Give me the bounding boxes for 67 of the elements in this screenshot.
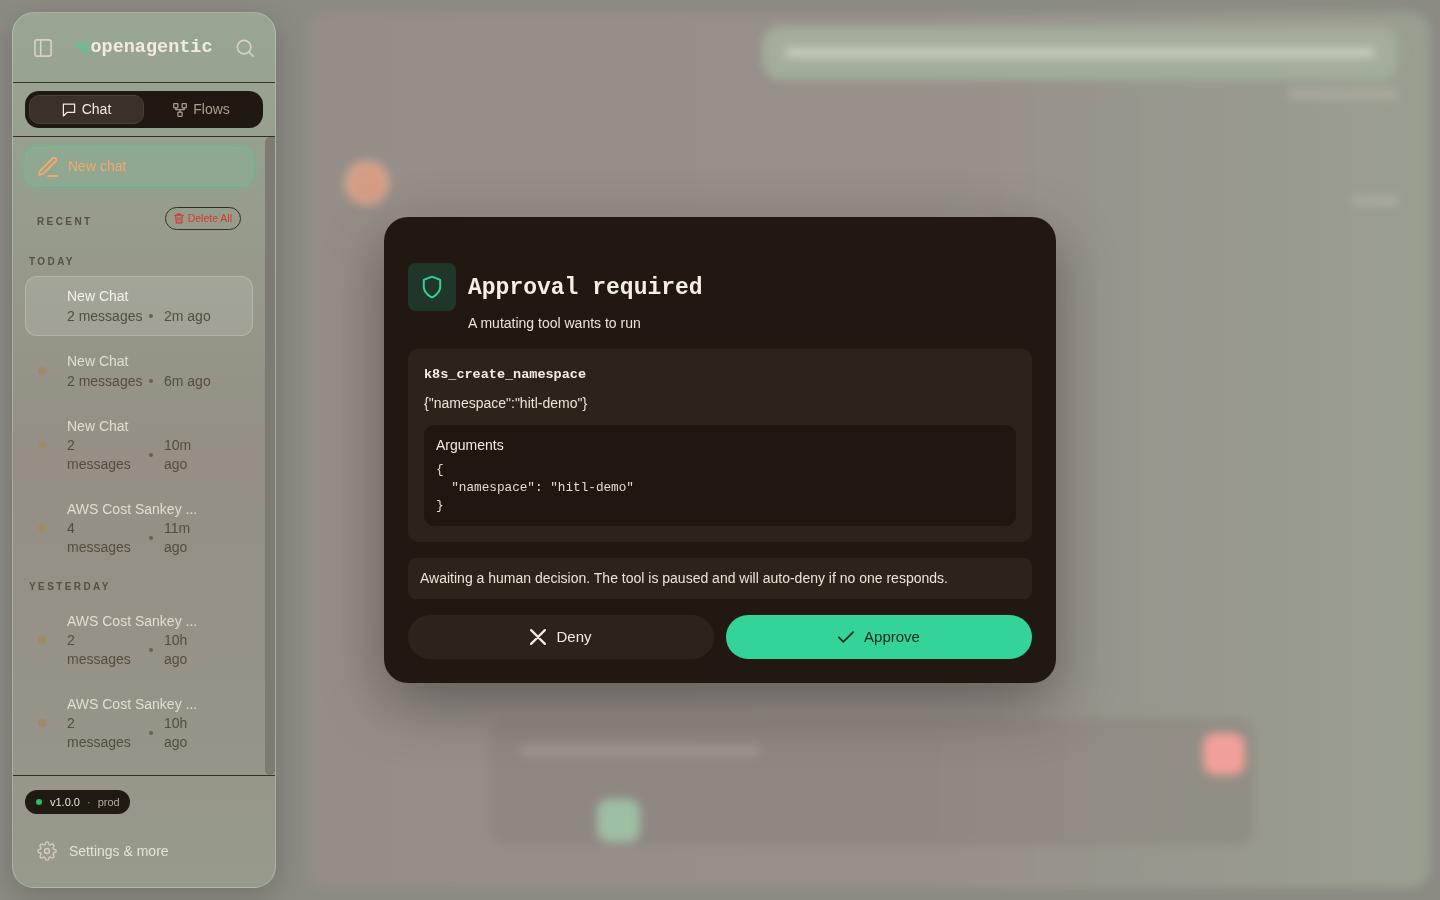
chat-list-item[interactable]: New Chat 2 messages 2m ago (25, 276, 253, 336)
chat-list-item[interactable]: AWS Cost Sankey ... 2 messages 10h ago (25, 601, 253, 679)
deny-button[interactable]: Deny (408, 615, 714, 659)
chat-age: 11m ago (164, 519, 191, 557)
chat-age: 10m ago (164, 436, 192, 474)
chat-list-item[interactable]: AWS Cost Sankey ... 2 messages 10h ago (25, 684, 253, 762)
dot-icon (38, 367, 46, 375)
speech-bubble-icon (61, 102, 76, 117)
chat-title: AWS Cost Sankey ... (67, 612, 198, 631)
connected-boxes-icon (173, 102, 188, 117)
separator-dot-icon (149, 453, 153, 457)
arguments-code: { "namespace": "hitl-demo" } (436, 461, 634, 515)
chat-age: 10h ago (164, 631, 188, 669)
check-icon (838, 629, 855, 645)
view-tab[interactable]: Flows (144, 95, 259, 124)
dot-icon (38, 719, 46, 727)
chat-age: 2m ago (164, 307, 211, 326)
message-count: 4 messages (67, 519, 131, 557)
chat-title: AWS Cost Sankey ... (67, 695, 198, 714)
dialog-title: Approval required (468, 274, 703, 303)
version-text: v1.0.0 (50, 794, 80, 810)
message-count: 2 messages (67, 308, 143, 324)
chat-list-item[interactable]: New Chat 2 messages 6m ago (25, 341, 253, 401)
chat-title: New Chat (67, 287, 129, 306)
chat-title: AWS Cost Sankey ... (67, 500, 198, 519)
logo-mark-icon (75, 42, 90, 53)
message-count: 2 messages (67, 373, 143, 389)
arguments-label: Arguments (436, 436, 504, 455)
group-label: YESTERDAY (29, 580, 111, 594)
chat-list-item[interactable]: New Chat 2 messages 10m ago (25, 406, 253, 484)
separator-dot-icon (149, 314, 153, 318)
close-icon (530, 629, 547, 645)
notice-message: Awaiting a human decision. The tool is paused and will auto-deny if no one responds. (408, 558, 1032, 599)
chat-title: New Chat (67, 417, 129, 436)
shield-icon (408, 263, 456, 311)
trash-icon (173, 213, 184, 224)
tool-input-summary: {"namespace":"hitl-demo"} (424, 394, 588, 413)
chat-list-item[interactable]: AWS Cost Sankey ... 4 messages 11m ago (25, 489, 253, 567)
group-label: TODAY (29, 255, 75, 269)
logo-wordmark: openagentic (90, 35, 213, 60)
sidebar-toggle-icon[interactable] (34, 38, 52, 57)
chat-age: 6m ago (164, 372, 211, 391)
dot-icon (38, 636, 46, 644)
separator-dot-icon (149, 648, 153, 652)
section-label: RECENT (37, 214, 93, 229)
separator-text: · (86, 794, 91, 810)
dialog-subtitle: A mutating tool wants to run (468, 314, 641, 333)
view-tab[interactable]: Chat (29, 95, 144, 124)
message-count: 2 messages (67, 631, 131, 669)
dot-icon (38, 524, 46, 532)
settings-link[interactable]: Settings & more (69, 840, 169, 862)
message-count: 2 messages (67, 436, 131, 474)
separator-dot-icon (149, 379, 153, 383)
environment-text: prod (97, 794, 120, 810)
pencil-icon (38, 156, 58, 177)
dot-icon (38, 441, 46, 449)
search-icon[interactable] (236, 38, 254, 57)
status-dot-icon (36, 799, 42, 805)
separator-dot-icon (149, 731, 153, 735)
scrollbar[interactable] (265, 137, 275, 775)
approve-button[interactable]: Approve (726, 615, 1032, 659)
tool-name: k8s_create_namespace (424, 366, 587, 384)
separator-dot-icon (149, 536, 153, 540)
chat-title: New Chat (67, 352, 129, 371)
message-count: 2 messages (67, 714, 131, 752)
chat-age: 10h ago (164, 714, 188, 752)
settings-icon (37, 841, 57, 861)
